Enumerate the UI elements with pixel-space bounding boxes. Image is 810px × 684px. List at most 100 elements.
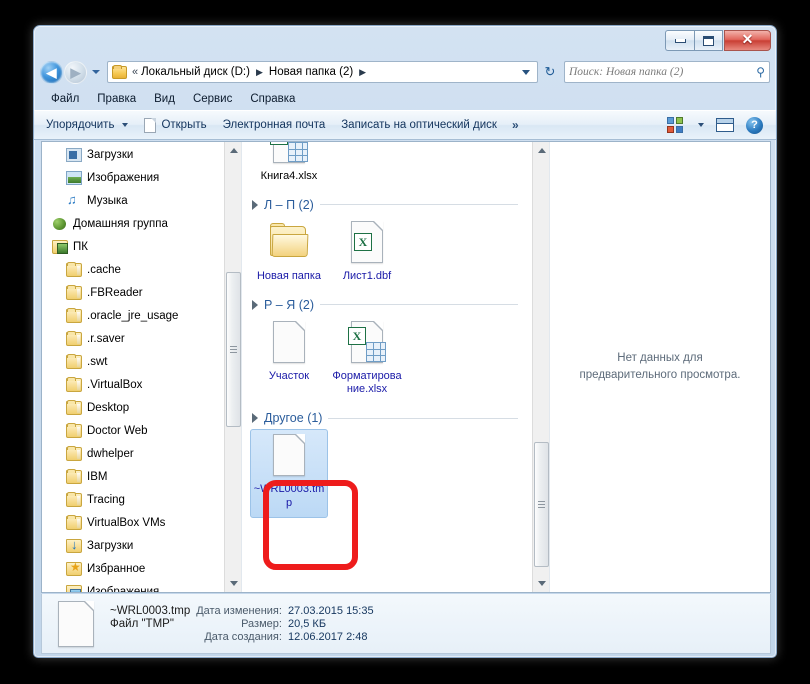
tree-item[interactable]: dwhelper	[42, 442, 224, 465]
tree-item[interactable]: ПК	[42, 235, 224, 258]
address-dropdown-button[interactable]	[517, 62, 535, 82]
breadcrumb-separator-icon[interactable]: ▶	[354, 67, 371, 77]
search-box[interactable]: Поиск: Новая папка (2) ⚲	[564, 61, 770, 83]
file-item[interactable]: ~WRL0003.tmp	[250, 429, 328, 518]
collapse-triangle-icon[interactable]	[252, 199, 258, 210]
document-icon	[144, 117, 157, 133]
file-list-scrollbar[interactable]	[532, 142, 549, 592]
maximize-button[interactable]	[694, 30, 723, 51]
file-item[interactable]: Новая папка	[250, 216, 328, 291]
file-group-items: Новая папка X Лист1.dbf	[248, 216, 526, 291]
file-group-items: Участок X Форматирование.xlsx	[248, 316, 526, 405]
tree-item[interactable]: Doctor Web	[42, 419, 224, 442]
tree-item[interactable]: Домашняя группа	[42, 212, 224, 235]
tree-item[interactable]: Изображения	[42, 580, 224, 592]
tree-item[interactable]: .VirtualBox	[42, 373, 224, 396]
collapse-triangle-icon[interactable]	[252, 299, 258, 310]
collapse-triangle-icon[interactable]	[252, 413, 258, 423]
organize-button[interactable]: Упорядочить	[38, 115, 136, 135]
folder-icon	[66, 307, 82, 323]
scroll-up-button[interactable]	[533, 142, 549, 159]
back-arrow-icon: ◀	[46, 64, 57, 80]
help-button[interactable]: ?	[741, 114, 768, 137]
view-grid-icon	[667, 117, 683, 133]
breadcrumb-separator-icon[interactable]: ▶	[251, 67, 268, 77]
blank-file-icon	[268, 434, 310, 480]
menu-item-tools[interactable]: Сервис	[184, 91, 241, 107]
navigation-pane-scrollbar[interactable]	[224, 142, 241, 592]
tree-item[interactable]: Изображения	[42, 166, 224, 189]
scrollbar-thumb[interactable]	[226, 272, 241, 427]
menu-item-edit[interactable]: Правка	[88, 91, 145, 107]
menu-item-help[interactable]: Справка	[241, 91, 304, 107]
refresh-button[interactable]: ↻	[539, 61, 561, 83]
tree-item-label: .VirtualBox	[87, 378, 143, 391]
file-group-items: ~WRL0003.tmp	[248, 429, 526, 518]
close-button[interactable]: ✕	[724, 30, 771, 51]
tree-item-label: .oracle_jre_usage	[87, 309, 179, 322]
tree-item[interactable]: .swt	[42, 350, 224, 373]
file-list-pane: X Книга4.xlsx Л – П (2) Новая папка X Лист1.d…	[242, 142, 550, 592]
preview-empty-message: Нет данных для предварительного просмотр…	[579, 352, 741, 381]
downloads-icon	[66, 147, 82, 162]
change-view-button[interactable]	[662, 114, 688, 136]
open-button[interactable]: Открыть	[136, 114, 214, 137]
breadcrumb-overflow-icon[interactable]: «	[130, 66, 140, 78]
tree-item[interactable]: Избранное	[42, 557, 224, 580]
scroll-up-button[interactable]	[225, 142, 241, 159]
menu-item-file[interactable]: Файл	[42, 91, 88, 107]
search-input[interactable]: Поиск: Новая папка (2)	[569, 66, 756, 78]
file-group-header[interactable]: Другое (1)	[248, 404, 526, 429]
scrollbar-thumb[interactable]	[534, 442, 549, 567]
tree-item-label: Изображения	[87, 585, 160, 593]
breadcrumb-item-folder[interactable]: Новая папка (2)	[268, 66, 354, 78]
tree-item-label: Избранное	[87, 562, 146, 575]
file-item[interactable]: X Книга4.xlsx	[250, 142, 328, 191]
details-size-label: Размер:	[241, 617, 282, 630]
file-item-label: Форматирование.xlsx	[332, 369, 402, 396]
file-item[interactable]: X Форматирование.xlsx	[328, 316, 406, 405]
folder-icon	[66, 445, 82, 461]
back-button[interactable]: ◀	[40, 60, 63, 84]
forward-button[interactable]: ▶	[64, 60, 87, 84]
tree-item[interactable]: .r.saver	[42, 327, 224, 350]
view-dropdown-button[interactable]	[690, 120, 709, 130]
burn-to-disc-button[interactable]: Записать на оптический диск	[333, 115, 505, 135]
tree-item[interactable]: Загрузки	[42, 534, 224, 557]
folder-icon	[112, 64, 127, 79]
tree-item[interactable]: VirtualBox VMs	[42, 511, 224, 534]
file-group-header[interactable]: Р – Я (2)	[248, 291, 526, 316]
tree-item[interactable]: Музыка	[42, 189, 224, 212]
recent-locations-button[interactable]	[88, 61, 104, 83]
email-button[interactable]: Электронная почта	[215, 115, 334, 135]
homegroup-icon	[52, 217, 68, 231]
preview-pane-toggle-button[interactable]	[711, 115, 739, 135]
tree-item[interactable]: .FBReader	[42, 281, 224, 304]
explorer-window: ✕ ◀ ▶ « Локальный диск (D:) ▶ Новая папк…	[33, 25, 777, 658]
tree-item-label: .swt	[87, 355, 108, 368]
tree-item[interactable]: Загрузки	[42, 143, 224, 166]
address-bar[interactable]: « Локальный диск (D:) ▶ Новая папка (2) …	[107, 61, 538, 83]
file-item[interactable]: X Лист1.dbf	[328, 216, 406, 291]
tree-item[interactable]: Desktop	[42, 396, 224, 419]
file-group-header[interactable]: Л – П (2)	[248, 191, 526, 216]
folder-icon	[66, 468, 82, 484]
folder-icon	[66, 330, 82, 346]
tree-item[interactable]: Tracing	[42, 488, 224, 511]
scroll-down-button[interactable]	[225, 575, 241, 592]
scroll-down-button[interactable]	[533, 575, 549, 592]
tree-item-label: Домашняя группа	[73, 217, 168, 230]
tree-item[interactable]: .oracle_jre_usage	[42, 304, 224, 327]
folder-icon	[66, 261, 82, 277]
search-icon: ⚲	[756, 65, 765, 79]
toolbar-overflow-button[interactable]: »	[505, 114, 526, 136]
breadcrumb-item-drive[interactable]: Локальный диск (D:)	[140, 66, 251, 78]
tree-item[interactable]: .cache	[42, 258, 224, 281]
menu-item-view[interactable]: Вид	[145, 91, 184, 107]
file-item[interactable]: Участок	[250, 316, 328, 405]
explorer-content: Загрузки Изображения Музыка Домашняя группа…	[41, 141, 771, 593]
tree-item-label: Изображения	[87, 171, 160, 184]
tree-item[interactable]: IBM	[42, 465, 224, 488]
pictures-folder-icon	[66, 584, 82, 592]
minimize-button[interactable]	[665, 30, 694, 51]
